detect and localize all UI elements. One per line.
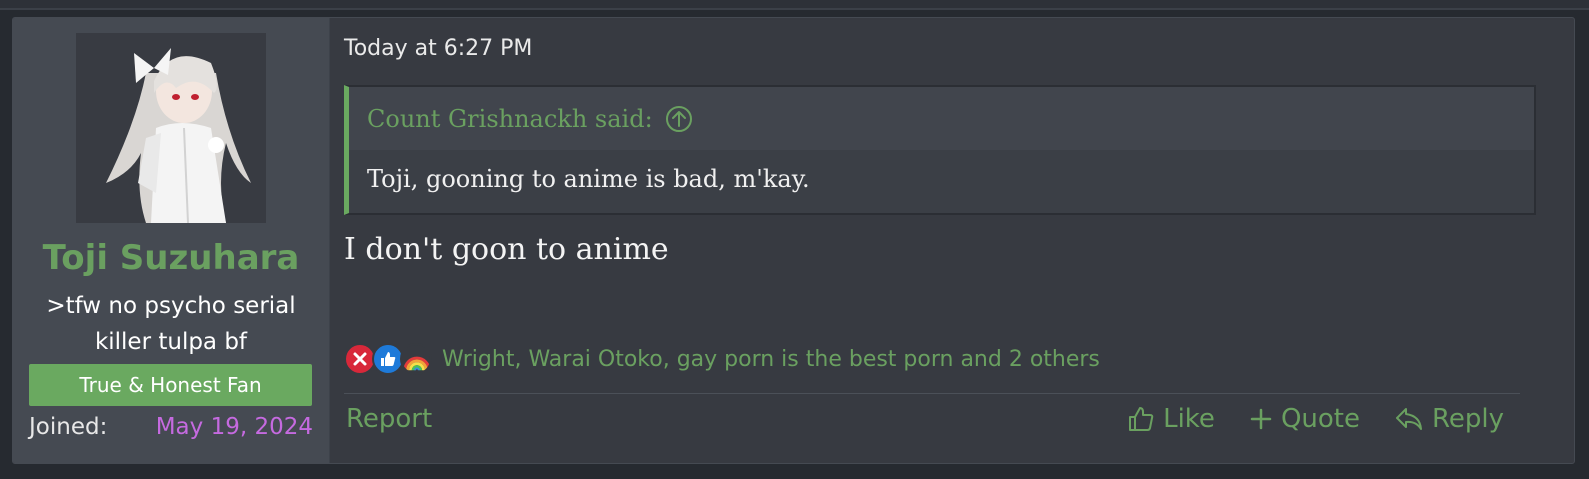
post-message: I don't goon to anime xyxy=(344,232,669,267)
jump-to-quote-icon[interactable] xyxy=(665,105,693,133)
previous-post-edge xyxy=(0,0,1589,10)
post-actions: Like Quote Reply xyxy=(1093,404,1504,434)
plus-icon xyxy=(1250,408,1272,430)
report-link[interactable]: Report xyxy=(346,404,432,434)
quote-block: Count Grishnackh said: Toji, gooning to … xyxy=(344,85,1536,215)
like-button[interactable]: Like xyxy=(1127,404,1215,434)
avatar-image xyxy=(76,33,266,223)
post-timestamp[interactable]: Today at 6:27 PM xyxy=(344,36,532,61)
thumbs-up-icon xyxy=(1129,407,1154,431)
user-info-panel: Toji Suzuhara >tfw no psycho serial kill… xyxy=(13,18,330,463)
like-label: Like xyxy=(1163,404,1215,434)
quote-label: Quote xyxy=(1280,404,1360,434)
user-banner: True & Honest Fan xyxy=(29,364,312,406)
reply-label: Reply xyxy=(1431,404,1504,434)
reactions-bar[interactable]: Wright, Warai Otoko, gay porn is the bes… xyxy=(344,342,1100,376)
post-footer: Report Like Quote Reply xyxy=(344,398,1504,442)
joined-label: Joined: xyxy=(29,414,108,440)
username[interactable]: Toji Suzuhara xyxy=(13,238,329,278)
reply-arrow-icon xyxy=(1395,408,1422,430)
quote-header: Count Grishnackh said: xyxy=(349,87,1534,150)
quote-text: Toji, gooning to anime is bad, m'kay. xyxy=(367,165,810,193)
forum-post: Toji Suzuhara >tfw no psycho serial kill… xyxy=(12,17,1575,464)
user-title: >tfw no psycho serial killer tulpa bf xyxy=(46,293,296,355)
joined-date: May 19, 2024 xyxy=(155,414,313,440)
quote-author[interactable]: Count Grishnackh said: xyxy=(367,105,653,133)
rainbow-icon xyxy=(400,343,432,375)
reply-button[interactable]: Reply xyxy=(1394,404,1504,434)
reaction-names-link[interactable]: Wright, Warai Otoko, gay porn is the bes… xyxy=(442,347,1100,372)
quote-button[interactable]: Quote xyxy=(1249,404,1360,434)
footer-divider xyxy=(344,393,1520,394)
avatar[interactable] xyxy=(76,33,266,223)
